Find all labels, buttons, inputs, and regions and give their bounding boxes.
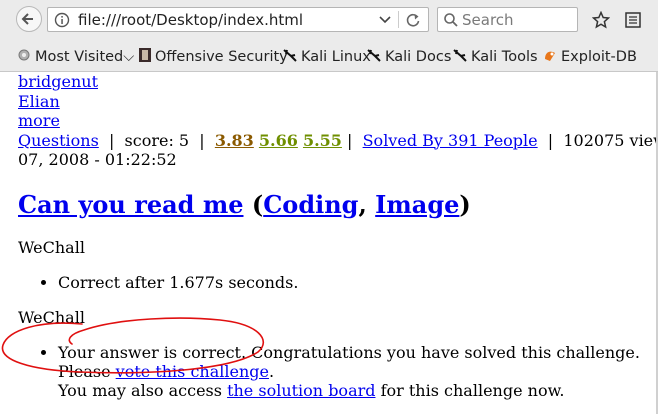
- bookmark-kali-linux[interactable]: Kali Linux: [282, 47, 371, 65]
- challenge-title-link[interactable]: Can you read me: [18, 190, 243, 219]
- rating-education-link[interactable]: 5.66: [259, 131, 298, 150]
- bookmark-exploit-db[interactable]: Exploit-DB: [542, 47, 637, 65]
- tag-image-link[interactable]: Image: [375, 190, 459, 219]
- kali-dragon-icon: [283, 49, 297, 62]
- kali-dragon-icon: [367, 49, 381, 62]
- chevron-down-icon: ⌵: [123, 49, 135, 65]
- score-text: score: 5: [124, 130, 190, 150]
- more-link[interactable]: more: [18, 111, 60, 130]
- reading-list-icon[interactable]: [624, 11, 642, 29]
- search-icon: [444, 13, 458, 27]
- reload-icon[interactable]: [405, 12, 421, 28]
- section-label-1: WeChall: [18, 237, 85, 257]
- chevron-down-icon[interactable]: [378, 13, 392, 27]
- gear-icon: [18, 49, 30, 61]
- tag-coding-link[interactable]: Coding: [263, 190, 358, 219]
- exploitdb-icon: [545, 51, 555, 61]
- rating-fun-link[interactable]: 5.55: [303, 131, 342, 150]
- bookmark-most-visited[interactable]: Most Visited⌵: [16, 47, 134, 65]
- date-text: 07, 2008 - 01:22:52: [18, 150, 177, 169]
- offsec-icon: [139, 48, 151, 62]
- search-placeholder[interactable]: Search: [462, 11, 514, 29]
- search-bar[interactable]: Search: [437, 7, 578, 32]
- list-item: Correct after 1.677s seconds.: [58, 273, 658, 292]
- bookmarks-toolbar: Most Visited⌵ Offensive Security Kali Li…: [0, 40, 658, 72]
- back-arrow-icon: [21, 13, 33, 25]
- kali-dragon-icon: [453, 49, 467, 62]
- author-link-elian[interactable]: Elian: [18, 92, 60, 111]
- url-text[interactable]: file:///root/Desktop/index.html: [78, 11, 303, 29]
- info-icon[interactable]: [54, 12, 70, 28]
- author-link-bridgenut[interactable]: bridgenut: [18, 72, 98, 91]
- rating-difficulty-link[interactable]: 3.83: [215, 131, 254, 150]
- bookmark-kali-tools[interactable]: Kali Tools: [452, 47, 538, 65]
- message-list-1: Correct after 1.677s seconds.: [18, 273, 658, 292]
- questions-link[interactable]: Questions: [18, 131, 99, 150]
- solved-by-link[interactable]: Solved By 391 People: [363, 131, 538, 150]
- views-text: 102075 view: [563, 130, 658, 150]
- bookmark-offensive-security[interactable]: Offensive Security: [138, 47, 288, 65]
- back-button[interactable]: [16, 6, 42, 32]
- annotation-circle: [1, 317, 265, 374]
- challenge-heading: Can you read me (Coding, Image): [18, 189, 471, 219]
- star-icon[interactable]: [592, 11, 610, 29]
- challenge-meta-row: Questions | score: 5 | 3.83 5.66 5.55 | …: [18, 131, 658, 151]
- page-viewport: bridgenut Elian more Questions | score: …: [0, 72, 658, 414]
- bookmark-kali-docs[interactable]: Kali Docs: [366, 47, 451, 65]
- url-bar[interactable]: file:///root/Desktop/index.html: [47, 7, 429, 32]
- navigation-toolbar: file:///root/Desktop/index.html Search: [0, 0, 658, 40]
